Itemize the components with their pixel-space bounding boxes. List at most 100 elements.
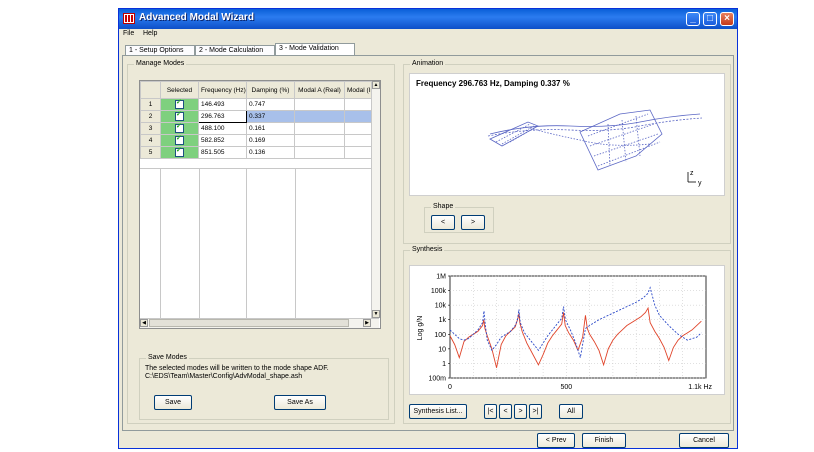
synthesis-plot-area[interactable]: 1M 100k 10k 1k 100 10 1 100m 0 500 1.1k Hz Log g/… <box>409 265 725 395</box>
nav-prev-button[interactable]: < <box>499 404 512 419</box>
damping-cell[interactable]: 0.747 <box>246 98 295 111</box>
save-as-button[interactable]: Save As <box>274 395 326 410</box>
y-tick-label: 1M <box>436 274 446 281</box>
selected-cell[interactable] <box>160 98 199 111</box>
synthesis-chart: 1M 100k 10k 1k 100 10 1 100m 0 500 1.1k Hz Log g/… <box>417 274 712 392</box>
close-button[interactable]: × <box>720 12 734 26</box>
maximize-button[interactable]: □ <box>703 12 717 26</box>
x-tick-label: 500 <box>561 384 573 391</box>
animation-label: Animation <box>410 60 446 67</box>
selected-cell[interactable] <box>160 146 199 159</box>
modal-imag-cell[interactable] <box>344 122 373 135</box>
table-empty-area <box>140 168 372 319</box>
menu-bar: File Help <box>119 29 737 41</box>
header-damping[interactable]: Damping (%) <box>246 81 295 99</box>
mode-shape-wireframe <box>487 109 703 171</box>
y-tick-label: 100m <box>428 376 446 383</box>
scroll-right-arrow[interactable]: ▶ <box>363 319 371 327</box>
modal-real-cell[interactable] <box>294 122 345 135</box>
checkbox[interactable] <box>175 148 184 157</box>
table-row[interactable]: 2 296.763 0.337 <box>140 110 373 123</box>
window-title: Advanced Modal Wizard <box>139 12 254 23</box>
selected-cell[interactable] <box>160 110 199 123</box>
chart-grid <box>449 275 707 379</box>
cancel-button[interactable]: Cancel <box>679 433 729 448</box>
header-modal-real[interactable]: Modal A (Real) <box>294 81 345 99</box>
frequency-cell[interactable]: 851.505 <box>198 146 247 159</box>
tab-page: Manage Modes Selected Frequency (Hz) Dam… <box>122 55 734 431</box>
save-modes-group: Save Modes The selected modes will be wr… <box>139 354 389 420</box>
scroll-up-arrow[interactable]: ▲ <box>372 81 380 89</box>
minimize-button[interactable]: _ <box>686 12 700 26</box>
damping-cell[interactable]: 0.169 <box>246 134 295 147</box>
title-bar[interactable]: Advanced Modal Wizard _ □ × <box>119 9 737 29</box>
selected-cell[interactable] <box>160 122 199 135</box>
modal-real-cell[interactable] <box>294 134 345 147</box>
scroll-left-arrow[interactable]: ◀ <box>140 319 148 327</box>
modal-imag-cell[interactable] <box>344 98 373 111</box>
shape-group: Shape < > <box>424 203 494 233</box>
frequency-cell[interactable]: 296.763 <box>198 110 247 123</box>
axis-z-label: z <box>690 170 694 177</box>
checkbox[interactable] <box>175 112 184 121</box>
damping-cell[interactable]: 0.161 <box>246 122 295 135</box>
all-button[interactable]: All <box>559 404 583 419</box>
nav-next-button[interactable]: > <box>514 404 527 419</box>
modal-real-cell[interactable] <box>294 98 345 111</box>
save-modes-label: Save Modes <box>146 354 189 361</box>
y-tick-label: 10 <box>438 346 446 353</box>
shape-next-button[interactable]: > <box>461 215 485 230</box>
frequency-cell[interactable]: 582.852 <box>198 134 247 147</box>
modal-imag-cell[interactable] <box>344 110 373 123</box>
scroll-down-arrow[interactable]: ▼ <box>372 310 380 318</box>
finish-button[interactable]: Finish <box>582 433 626 448</box>
header-selected[interactable]: Selected <box>160 81 199 99</box>
app-icon <box>123 13 135 24</box>
wizard-window: Advanced Modal Wizard _ □ × File Help 1 … <box>118 8 738 449</box>
selected-cell[interactable] <box>160 134 199 147</box>
frequency-cell[interactable]: 488.100 <box>198 122 247 135</box>
y-tick-label: 1k <box>439 317 447 324</box>
table-row[interactable]: 4 582.852 0.169 <box>140 134 373 147</box>
modes-table: Selected Frequency (Hz) Damping (%) Moda… <box>140 81 373 159</box>
prev-button[interactable]: < Prev <box>537 433 575 448</box>
menu-file[interactable]: File <box>123 30 134 37</box>
modal-real-cell[interactable] <box>294 110 345 123</box>
x-tick-label: 0 <box>448 384 452 391</box>
nav-first-button[interactable]: |< <box>484 404 497 419</box>
header-corner <box>140 81 161 99</box>
header-modal-imag[interactable]: Modal (Imagin <box>344 81 373 99</box>
animation-viewport[interactable]: Frequency 296.763 Hz, Damping 0.337 % z … <box>409 73 725 196</box>
table-row[interactable]: 5 851.505 0.136 <box>140 146 373 159</box>
modes-table-frame: Selected Frequency (Hz) Damping (%) Moda… <box>139 80 381 329</box>
x-tick-label: 1.1k Hz <box>688 384 712 391</box>
damping-cell[interactable]: 0.337 <box>246 110 295 123</box>
synthesis-label: Synthesis <box>410 246 445 253</box>
save-modes-path: C:\EDS\Team\Master\Config\AdvModal_shape… <box>145 373 303 380</box>
synthesis-list-button[interactable]: Synthesis List... <box>409 404 467 419</box>
save-button[interactable]: Save <box>154 395 192 410</box>
damping-cell[interactable]: 0.136 <box>246 146 295 159</box>
checkbox[interactable] <box>175 124 184 133</box>
table-row[interactable]: 3 488.100 0.161 <box>140 122 373 135</box>
table-row[interactable]: 1 146.493 0.747 <box>140 98 373 111</box>
table-header-row: Selected Frequency (Hz) Damping (%) Moda… <box>140 81 373 99</box>
modal-real-cell[interactable] <box>294 146 345 159</box>
checkbox[interactable] <box>175 100 184 109</box>
menu-help[interactable]: Help <box>143 30 157 37</box>
series-line-measured <box>449 306 702 368</box>
shape-prev-button[interactable]: < <box>431 215 455 230</box>
x-tick-labels: 0 500 1.1k Hz <box>448 384 712 391</box>
modal-imag-cell[interactable] <box>344 146 373 159</box>
frequency-cell[interactable]: 146.493 <box>198 98 247 111</box>
column-divider <box>160 169 200 319</box>
row-number: 3 <box>140 122 161 135</box>
nav-last-button[interactable]: >| <box>529 404 542 419</box>
table-horizontal-scrollbar[interactable]: ◀ ▶ <box>140 318 379 328</box>
table-vertical-scrollbar[interactable]: ▲ ▼ <box>371 81 380 318</box>
checkbox[interactable] <box>175 136 184 145</box>
modal-imag-cell[interactable] <box>344 134 373 147</box>
y-tick-labels: 1M 100k 10k 1k 100 10 1 100m <box>428 274 450 383</box>
header-frequency[interactable]: Frequency (Hz) <box>198 81 247 99</box>
scroll-thumb[interactable] <box>149 319 349 327</box>
